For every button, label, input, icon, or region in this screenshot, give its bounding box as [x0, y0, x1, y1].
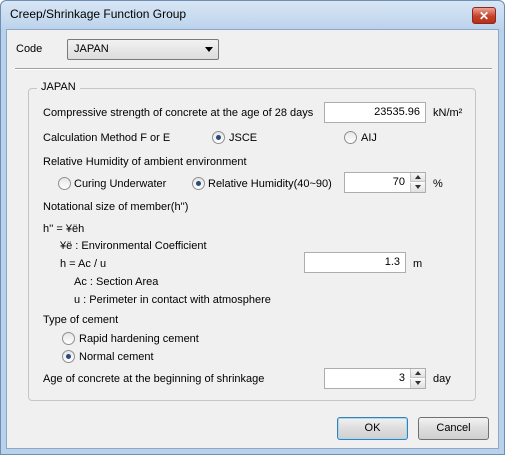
- spin-up-button[interactable]: [410, 369, 425, 378]
- window-title: Creep/Shrinkage Function Group: [10, 7, 187, 21]
- age-value: 3: [398, 372, 405, 384]
- radio-normal-cement[interactable]: [62, 350, 75, 363]
- formula-env-coeff: ¥ë : Environmental Coefficient: [60, 240, 207, 252]
- close-button[interactable]: ✕: [472, 7, 496, 24]
- code-dropdown[interactable]: JAPAN: [67, 39, 219, 60]
- compressive-strength-unit: kN/m²: [433, 107, 463, 119]
- radio-relative-humidity-label: Relative Humidity(40~90): [208, 178, 332, 190]
- radio-rapid-cement[interactable]: [62, 332, 75, 345]
- compressive-strength-label: Compressive strength of concrete at the …: [43, 107, 314, 119]
- spin-down-button[interactable]: [410, 379, 425, 388]
- ok-button[interactable]: OK: [337, 417, 408, 440]
- radio-jsce[interactable]: [212, 131, 225, 144]
- arrow-down-icon: [415, 381, 421, 385]
- notational-size-value: 1.3: [384, 256, 400, 268]
- formula-u: u : Perimeter in contact with atmosphere: [74, 294, 271, 306]
- dialog-body: Code JAPAN JAPAN Compressive strength of…: [6, 29, 499, 449]
- arrow-up-icon: [415, 371, 421, 375]
- groupbox-label: JAPAN: [37, 81, 80, 93]
- radio-curing-underwater[interactable]: [58, 177, 71, 190]
- humidity-spinner[interactable]: 70: [344, 172, 426, 193]
- dialog-window: Creep/Shrinkage Function Group ✕ Code JA…: [0, 0, 505, 455]
- arrow-down-icon: [415, 185, 421, 189]
- compressive-strength-input[interactable]: 23535.96: [324, 102, 426, 123]
- chevron-down-icon: [205, 47, 213, 52]
- ok-button-label: OK: [364, 422, 381, 434]
- spin-down-button[interactable]: [410, 183, 425, 192]
- radio-aij[interactable]: [344, 131, 357, 144]
- radio-jsce-label: JSCE: [229, 132, 258, 144]
- separator: [15, 68, 492, 70]
- cancel-button[interactable]: Cancel: [418, 417, 489, 440]
- spin-up-button[interactable]: [410, 173, 425, 182]
- humidity-label: Relative Humidity of ambient environment: [43, 156, 247, 168]
- title-bar[interactable]: Creep/Shrinkage Function Group ✕: [1, 1, 504, 29]
- compressive-strength-value: 23535.96: [374, 106, 420, 118]
- age-spinner[interactable]: 3: [324, 368, 426, 389]
- arrow-up-icon: [415, 175, 421, 179]
- radio-relative-humidity[interactable]: [192, 177, 205, 190]
- formula-h: h = Ac / u: [60, 258, 107, 270]
- age-label: Age of concrete at the beginning of shri…: [43, 373, 265, 385]
- radio-curing-underwater-label: Curing Underwater: [74, 178, 167, 190]
- notational-size-input[interactable]: 1.3: [304, 252, 406, 273]
- code-dropdown-value: JAPAN: [74, 43, 109, 55]
- notational-size-label: Notational size of member(h''): [43, 201, 189, 213]
- radio-aij-label: AIJ: [361, 132, 377, 144]
- code-label: Code: [16, 43, 43, 55]
- radio-normal-cement-label: Normal cement: [79, 351, 154, 363]
- radio-rapid-cement-label: Rapid hardening cement: [79, 333, 199, 345]
- notational-size-unit: m: [413, 258, 423, 270]
- calc-method-label: Calculation Method F or E: [43, 132, 171, 144]
- age-unit: day: [433, 373, 451, 385]
- formula-h2: h'' = ¥ëh: [43, 223, 85, 235]
- humidity-unit: %: [433, 178, 443, 190]
- cancel-button-label: Cancel: [436, 422, 471, 434]
- close-icon: ✕: [478, 8, 490, 23]
- cement-type-label: Type of cement: [43, 314, 119, 326]
- humidity-value: 70: [392, 176, 405, 188]
- formula-ac: Ac : Section Area: [74, 276, 159, 288]
